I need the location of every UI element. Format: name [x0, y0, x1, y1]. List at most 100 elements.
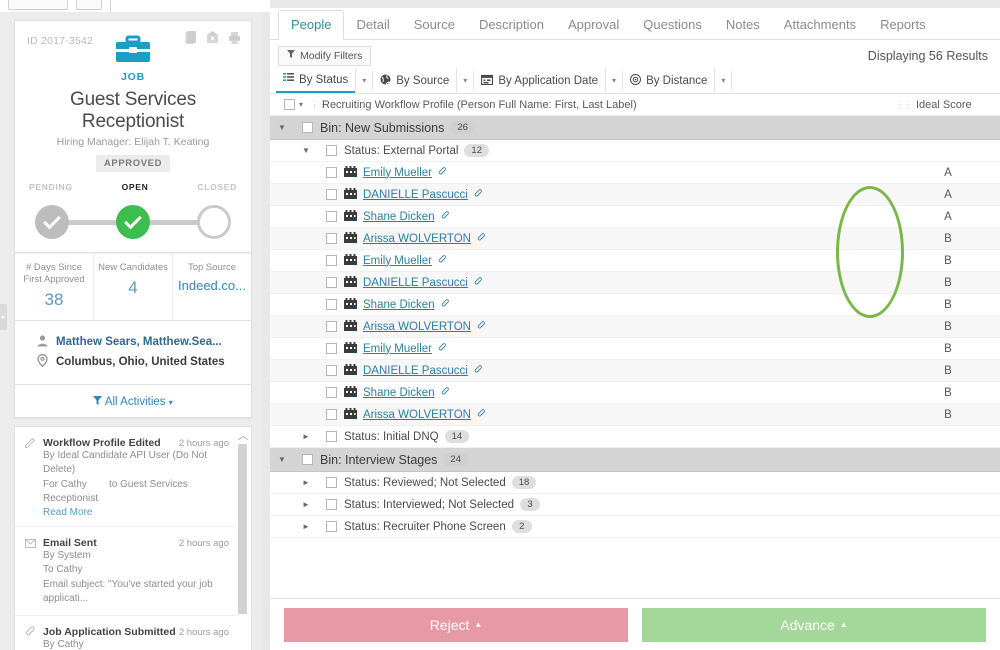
table-row[interactable]: Arissa WOLVERTON B	[270, 228, 1000, 250]
row-checkbox-cell[interactable]	[318, 499, 344, 510]
expand-collapse-icon[interactable]: ▼	[270, 455, 294, 464]
row-checkbox-cell[interactable]	[318, 145, 344, 156]
row-checkbox-cell[interactable]	[318, 299, 344, 310]
tab-notes[interactable]: Notes	[714, 11, 772, 39]
person-name-link[interactable]: DANIELLE Pascucci	[363, 365, 468, 377]
progress-step-open[interactable]	[116, 205, 150, 239]
expand-collapse-icon[interactable]: ►	[294, 432, 318, 441]
select-all-checkbox[interactable]	[284, 99, 295, 110]
row-checkbox-cell[interactable]	[318, 321, 344, 332]
paperclip-icon[interactable]	[477, 232, 486, 245]
row-checkbox[interactable]	[325, 255, 337, 266]
paperclip-icon[interactable]	[441, 386, 450, 399]
tab-approval[interactable]: Approval	[556, 11, 631, 39]
list-row-bin[interactable]: ▼ Bin: New Submissions 26	[270, 116, 1000, 140]
tab-detail[interactable]: Detail	[344, 11, 401, 39]
paperclip-icon[interactable]	[438, 254, 447, 267]
select-all-cell[interactable]: ▾	[270, 99, 310, 110]
modify-filters-button[interactable]: Modify Filters	[278, 45, 372, 66]
row-checkbox-cell[interactable]	[294, 454, 320, 465]
sort-by-status-caret[interactable]: ▾	[355, 68, 372, 93]
expand-collapse-icon[interactable]: ►	[294, 522, 318, 531]
scrollbar-thumb[interactable]	[238, 443, 247, 614]
table-row[interactable]: DANIELLE Pascucci B	[270, 272, 1000, 294]
person-name-link[interactable]: Arissa WOLVERTON	[363, 233, 471, 245]
row-checkbox-cell[interactable]	[318, 387, 344, 398]
progress-step-closed[interactable]	[197, 205, 231, 239]
paperclip-icon[interactable]	[438, 342, 447, 355]
row-checkbox[interactable]	[325, 321, 337, 332]
mail-icon[interactable]	[206, 31, 219, 45]
table-row[interactable]: Emily Mueller B	[270, 338, 1000, 360]
row-checkbox-cell[interactable]	[318, 211, 344, 222]
stat-value-link[interactable]: Indeed.co...	[175, 278, 249, 293]
browser-tab[interactable]	[8, 0, 68, 10]
person-name-link[interactable]: DANIELLE Pascucci	[363, 277, 468, 289]
row-checkbox[interactable]	[325, 409, 337, 420]
reject-button[interactable]: Reject ▲	[284, 607, 628, 642]
column-grip[interactable]: ⋮⋮	[896, 99, 913, 110]
row-checkbox[interactable]	[301, 454, 313, 465]
person-name-link[interactable]: Shane Dicken	[363, 299, 435, 311]
row-checkbox-cell[interactable]	[318, 521, 344, 532]
expand-collapse-icon[interactable]: ►	[294, 478, 318, 487]
row-checkbox[interactable]	[325, 277, 337, 288]
sort-by-distance-caret[interactable]: ▾	[714, 68, 731, 93]
activity-read-more[interactable]: Read More	[43, 507, 229, 518]
recruiter-name[interactable]: Matthew Sears, Matthew.Sea...	[56, 336, 222, 348]
row-checkbox-cell[interactable]	[318, 167, 344, 178]
column-grip[interactable]: ⋮⋮	[310, 99, 327, 110]
row-checkbox-cell[interactable]	[318, 409, 344, 420]
row-checkbox[interactable]	[301, 122, 313, 133]
list-row-status[interactable]: ► Status: Interviewed; Not Selected 3	[270, 494, 1000, 516]
person-name-link[interactable]: Emily Mueller	[363, 255, 432, 267]
sort-by-application-date-caret[interactable]: ▾	[605, 68, 622, 93]
person-name-link[interactable]: Shane Dicken	[363, 387, 435, 399]
scroll-up-icon[interactable]: ︿	[237, 430, 249, 442]
row-checkbox[interactable]	[325, 431, 337, 442]
list-row-status[interactable]: ► Status: Recruiter Phone Screen 2	[270, 516, 1000, 538]
row-checkbox[interactable]	[325, 299, 337, 310]
table-row[interactable]: Shane Dicken A	[270, 206, 1000, 228]
row-checkbox[interactable]	[325, 499, 337, 510]
sort-by-source-caret[interactable]: ▾	[456, 68, 473, 93]
table-row[interactable]: Shane Dicken B	[270, 294, 1000, 316]
person-name-link[interactable]: DANIELLE Pascucci	[363, 189, 468, 201]
row-checkbox[interactable]	[325, 145, 337, 156]
expand-collapse-icon[interactable]: ▼	[270, 123, 294, 132]
paperclip-icon[interactable]	[474, 276, 483, 289]
advance-button[interactable]: Advance ▲	[642, 607, 986, 642]
sort-by-status-button[interactable]: By Status	[276, 68, 356, 93]
paperclip-icon[interactable]	[441, 210, 450, 223]
row-checkbox[interactable]	[325, 365, 337, 376]
row-checkbox-cell[interactable]	[318, 233, 344, 244]
row-checkbox-cell[interactable]	[318, 255, 344, 266]
tab-source[interactable]: Source	[402, 11, 467, 39]
all-activities-link[interactable]: All Activities ▾	[93, 395, 173, 408]
row-checkbox[interactable]	[325, 211, 337, 222]
row-checkbox[interactable]	[325, 477, 337, 488]
tab-questions[interactable]: Questions	[631, 11, 714, 39]
paperclip-icon[interactable]	[474, 188, 483, 201]
list-row-status[interactable]: ► Status: Reviewed; Not Selected 18	[270, 472, 1000, 494]
all-activities-filter[interactable]: All Activities ▾	[14, 384, 252, 418]
progress-step-pending[interactable]	[35, 205, 69, 239]
print-icon[interactable]	[228, 31, 241, 45]
expand-collapse-icon[interactable]: ►	[294, 500, 318, 509]
activity-item[interactable]: Job Application Submitted 2 hours ago By…	[15, 616, 251, 650]
person-name-link[interactable]: Arissa WOLVERTON	[363, 409, 471, 421]
table-row[interactable]: Emily Mueller A	[270, 162, 1000, 184]
table-row[interactable]: DANIELLE Pascucci A	[270, 184, 1000, 206]
sort-by-distance-button[interactable]: By Distance	[623, 68, 714, 93]
row-checkbox-cell[interactable]	[318, 477, 344, 488]
person-name-link[interactable]: Shane Dicken	[363, 211, 435, 223]
column-header-score[interactable]: Ideal Score	[916, 99, 972, 111]
table-row[interactable]: Arissa WOLVERTON B	[270, 404, 1000, 426]
row-checkbox[interactable]	[325, 189, 337, 200]
paperclip-icon[interactable]	[477, 320, 486, 333]
tab-description[interactable]: Description	[467, 11, 556, 39]
recruiter-row[interactable]: Matthew Sears, Matthew.Sea...	[37, 335, 251, 350]
sort-by-application-date-button[interactable]: By Application Date	[474, 68, 605, 93]
paperclip-icon[interactable]	[438, 166, 447, 179]
sort-by-source-button[interactable]: By Source	[373, 68, 456, 93]
